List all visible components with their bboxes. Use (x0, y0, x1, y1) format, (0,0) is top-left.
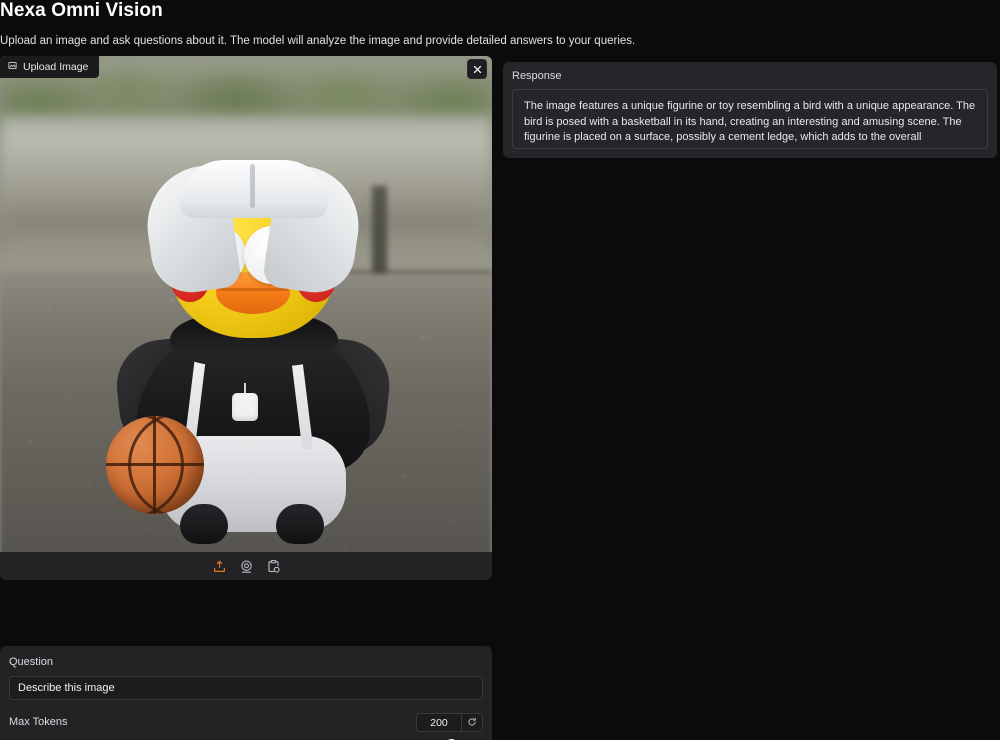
left-column: Upload Image Question Describe this imag… (0, 56, 492, 740)
webcam-icon[interactable] (239, 559, 254, 574)
max-tokens-value[interactable]: 200 (417, 713, 462, 731)
upload-image-badge[interactable]: Upload Image (0, 56, 100, 78)
duck-figurine (106, 160, 394, 552)
image-icon (8, 61, 17, 73)
basketball (106, 416, 204, 514)
figurine-right-foot (276, 504, 324, 544)
close-icon[interactable] (467, 59, 487, 79)
response-text: The image features a unique figurine or … (524, 100, 976, 148)
response-panel: Response The image features a unique fig… (503, 62, 997, 158)
image-toolbar (0, 552, 492, 580)
image-upload-card[interactable]: Upload Image (0, 56, 492, 580)
max-tokens-label: Max Tokens (9, 716, 68, 728)
question-label: Question (9, 656, 54, 668)
figurine-beak-line (218, 288, 288, 291)
figurine-headband-notch (250, 164, 255, 208)
response-title: Response (512, 70, 562, 82)
upload-icon[interactable] (212, 559, 227, 574)
upload-badge-label: Upload Image (23, 61, 89, 73)
response-box: The image features a unique figurine or … (512, 89, 988, 149)
reset-icon[interactable] (462, 713, 482, 731)
uploaded-image (0, 56, 492, 552)
question-panel: Question Max Tokens 200 50 200 (0, 646, 492, 740)
clipboard-paste-icon[interactable] (266, 559, 281, 574)
max-tokens-row: Max Tokens 200 (9, 712, 483, 732)
basketball-seam-curve-right (128, 416, 204, 514)
page-title: Nexa Omni Vision (0, 0, 163, 21)
max-tokens-stepper[interactable]: 200 (416, 712, 483, 732)
question-input[interactable] (9, 676, 483, 700)
figurine-tag (232, 393, 258, 421)
photo-canvas (0, 56, 492, 552)
page-subtitle: Upload an image and ask questions about … (0, 35, 636, 47)
